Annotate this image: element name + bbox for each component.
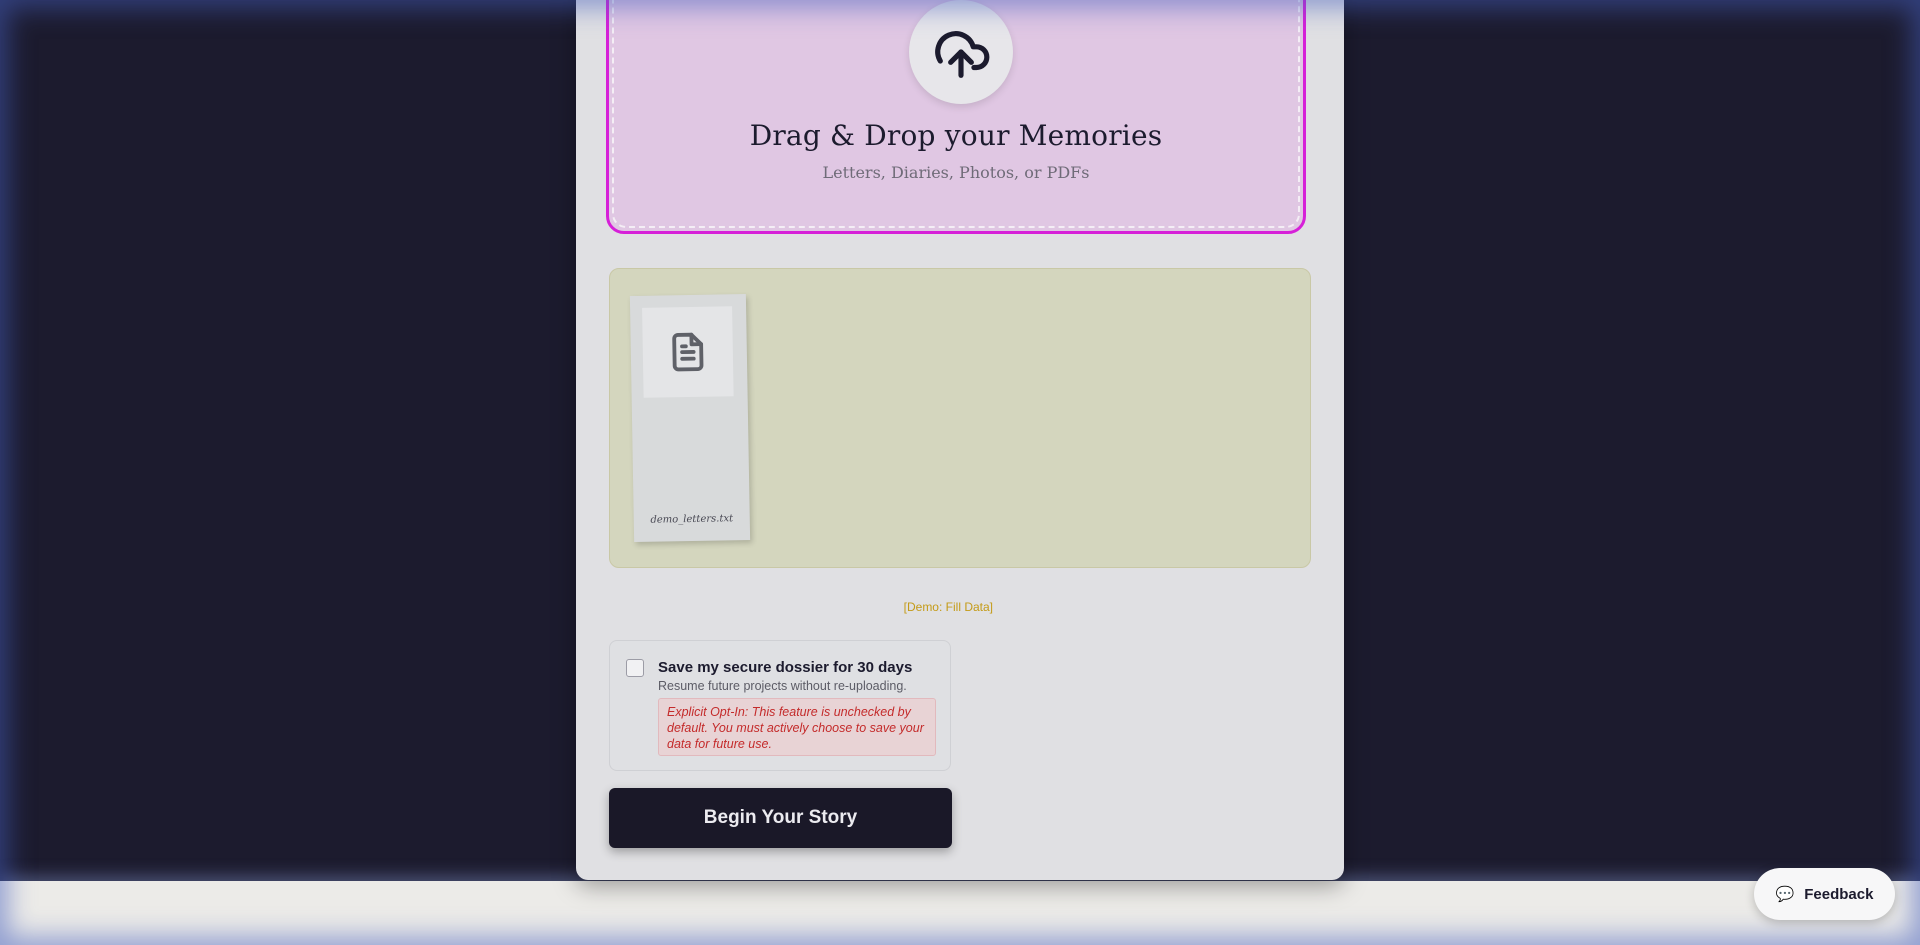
begin-story-button[interactable]: Begin Your Story: [609, 788, 952, 848]
opt-in-warning: Explicit Opt-In: This feature is uncheck…: [658, 698, 936, 756]
file-dropzone[interactable]: Drag & Drop your Memories Letters, Diari…: [606, 0, 1306, 234]
demo-fill-data-link[interactable]: [Demo: Fill Data]: [609, 600, 993, 614]
file-card[interactable]: demo_letters.txt: [629, 294, 751, 542]
dropzone-title: Drag & Drop your Memories: [749, 119, 1163, 152]
upload-card: Drag & Drop your Memories Letters, Diari…: [576, 0, 1344, 880]
page-footer-band: [0, 881, 1920, 945]
upload-icon-circle[interactable]: [909, 0, 1013, 104]
file-name: demo_letters.txt: [650, 513, 734, 526]
document-icon: [672, 332, 704, 372]
cloud-upload-icon: [935, 31, 990, 78]
feedback-button[interactable]: 💬 Feedback: [1754, 868, 1895, 920]
dropzone-subtitle: Letters, Diaries, Photos, or PDFs: [822, 163, 1090, 182]
uploaded-files-panel: demo_letters.txt: [609, 268, 1311, 568]
save-dossier-option: Save my secure dossier for 30 days Resum…: [609, 640, 951, 771]
save-dossier-description: Resume future projects without re-upload…: [658, 679, 907, 693]
save-dossier-checkbox[interactable]: [626, 659, 644, 677]
save-dossier-title[interactable]: Save my secure dossier for 30 days: [658, 659, 912, 676]
speech-bubble-icon: 💬: [1775, 885, 1795, 903]
feedback-label: Feedback: [1804, 885, 1874, 903]
file-thumbnail: [642, 306, 734, 398]
